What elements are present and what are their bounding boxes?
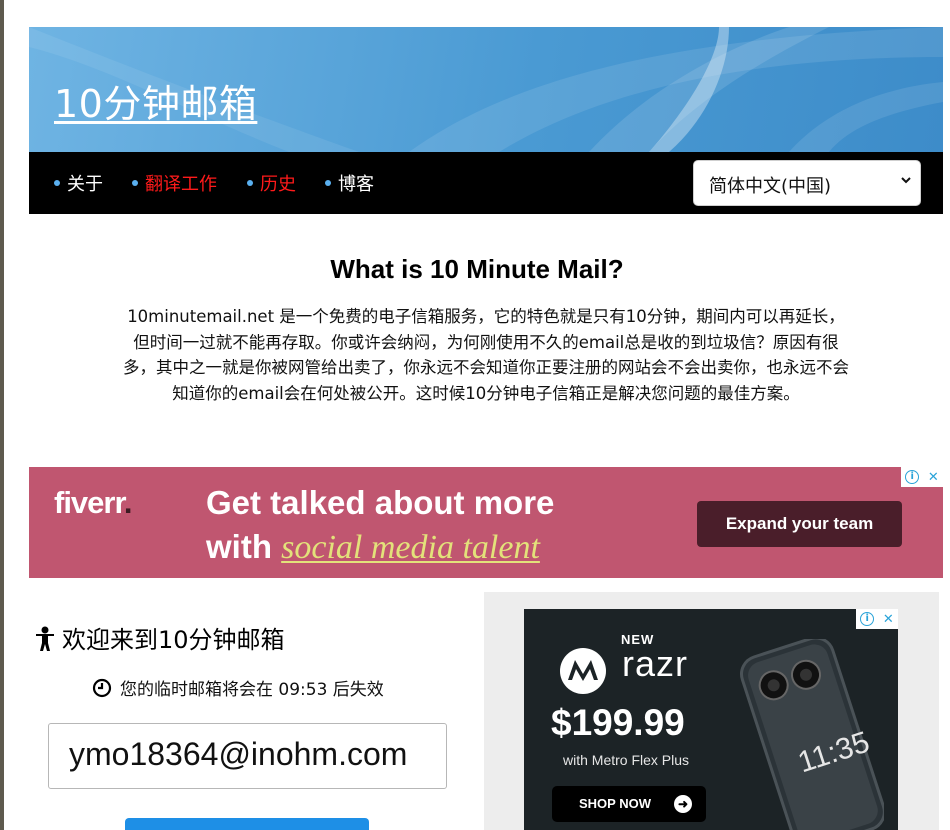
nav-item-label: 关于 bbox=[67, 174, 103, 195]
phone-image: 11:35 bbox=[740, 639, 884, 830]
ad-info-icon[interactable]: i bbox=[905, 470, 920, 484]
nav-item-label: 翻译工作 bbox=[145, 174, 217, 195]
site-header: 10分钟邮箱 bbox=[29, 27, 943, 152]
ad-choices[interactable]: i ✕ bbox=[901, 467, 943, 487]
bullet-icon bbox=[132, 180, 138, 186]
ad-headline-line1: Get talked about more bbox=[206, 484, 555, 521]
clock-icon bbox=[92, 678, 112, 698]
product-name: razr bbox=[622, 643, 688, 684]
intro-text: 10minutemail.net 是一个免费的电子信箱服务，它的特色就是只有10… bbox=[123, 307, 849, 403]
welcome-heading: 欢迎来到10分钟邮箱 bbox=[34, 620, 285, 655]
nav-item-blog[interactable]: 博客 bbox=[325, 170, 374, 196]
bullet-icon bbox=[247, 180, 253, 186]
nav-item-about[interactable]: 关于 bbox=[54, 170, 103, 196]
copy-email-button[interactable] bbox=[125, 818, 369, 830]
ad-close-icon[interactable]: ✕ bbox=[883, 612, 894, 627]
bullet-icon bbox=[54, 180, 60, 186]
ad-headline-highlight: social media talent bbox=[281, 529, 540, 566]
main-nav: 关于 翻译工作 历史 博客 简体中文(中国) bbox=[29, 152, 943, 214]
shop-now-button[interactable]: SHOP NOW ➜ bbox=[552, 786, 706, 822]
nav-item-label: 博客 bbox=[338, 174, 374, 195]
expire-notice: 您的临时邮箱将会在 09:53 后失效 bbox=[92, 675, 384, 700]
page: 10分钟邮箱 关于 翻译工作 历史 博客 简体中文(中国) What is 10… bbox=[4, 0, 950, 830]
plan-text: with Metro Flex Plus bbox=[563, 752, 690, 768]
nav-item-translate[interactable]: 翻译工作 bbox=[132, 170, 217, 196]
ad-close-icon[interactable]: ✕ bbox=[928, 470, 939, 485]
fiverr-ad-banner[interactable]: fiverr. Get talked about more with socia… bbox=[29, 467, 943, 578]
expand-team-button[interactable]: Expand your team bbox=[697, 501, 902, 547]
ad-choices[interactable]: i ✕ bbox=[856, 609, 898, 629]
nav-item-label: 历史 bbox=[260, 174, 296, 195]
chevron-down-icon bbox=[901, 177, 911, 184]
fiverr-logo: fiverr. bbox=[54, 485, 132, 520]
intro-title: What is 10 Minute Mail? bbox=[330, 254, 624, 284]
price: $199.99 bbox=[551, 702, 685, 743]
arrow-right-icon: ➜ bbox=[674, 795, 692, 813]
ad-info-icon[interactable]: i bbox=[860, 612, 875, 626]
bullet-icon bbox=[325, 180, 331, 186]
site-title-link[interactable]: 10分钟邮箱 bbox=[54, 73, 257, 128]
nav-item-history[interactable]: 历史 bbox=[247, 170, 296, 196]
language-select[interactable]: 简体中文(中国) bbox=[693, 160, 921, 206]
motorola-logo-icon bbox=[560, 648, 606, 694]
language-select-value: 简体中文(中国) bbox=[709, 176, 832, 197]
temp-email-field[interactable]: ymo18364@inohm.com bbox=[48, 723, 447, 789]
ad-headline-line2: with social media talent bbox=[206, 528, 540, 566]
ad-headline: Get talked about more with social media … bbox=[206, 481, 554, 570]
razr-ad[interactable]: NEW razr $199.99 with Metro Flex Plus SH… bbox=[524, 609, 898, 830]
person-icon bbox=[36, 626, 54, 651]
sidebar-ad-panel: NEW razr $199.99 with Metro Flex Plus SH… bbox=[484, 592, 939, 830]
